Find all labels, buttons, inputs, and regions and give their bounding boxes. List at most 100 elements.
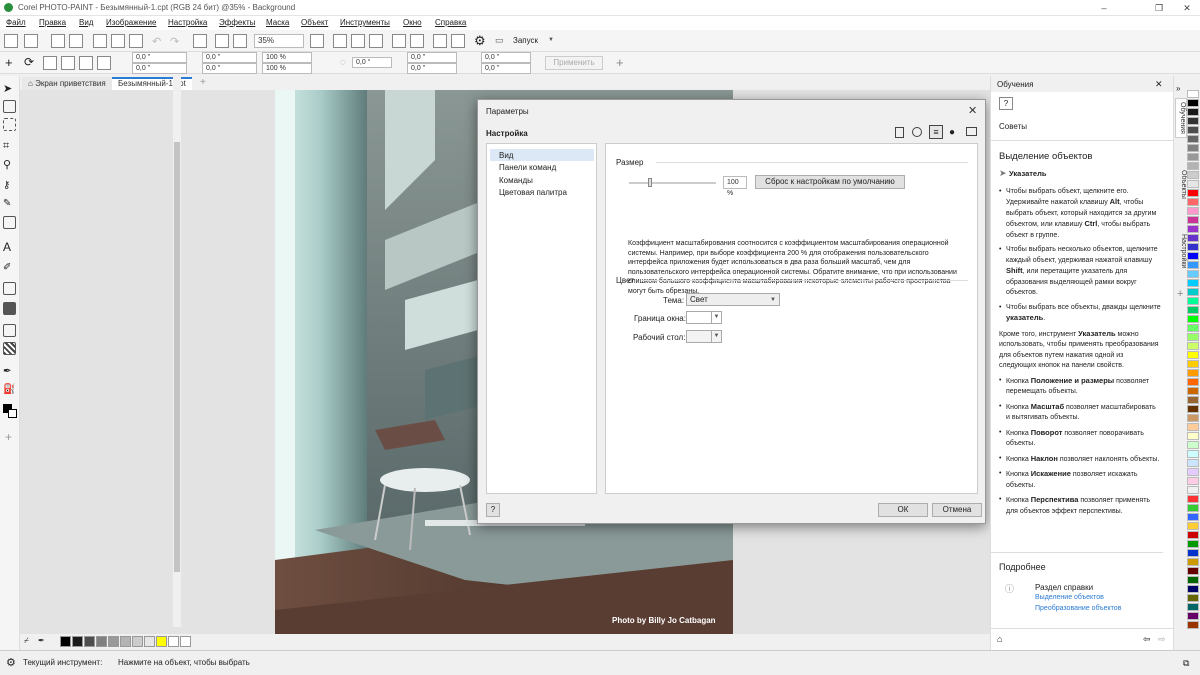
palette-swatch[interactable] [1187, 108, 1199, 116]
document-swatch[interactable] [60, 636, 71, 647]
zoom-level-select[interactable]: 35% [254, 34, 304, 48]
hints-icon[interactable]: ? [999, 97, 1013, 110]
palette-swatch[interactable] [1187, 459, 1199, 467]
palette-swatch[interactable] [1187, 144, 1199, 152]
document-swatch[interactable] [180, 636, 191, 647]
nav-item-toolbars[interactable]: Панели команд [490, 161, 594, 173]
palette-swatch[interactable] [1187, 207, 1199, 215]
eyedropper-icon[interactable]: ✒ [3, 366, 16, 379]
eyedropper-tool-icon[interactable]: ⚷ [3, 180, 16, 193]
distort-icon[interactable] [79, 56, 93, 70]
palette-eyedropper-icon[interactable]: ✒ [38, 636, 45, 645]
palette-swatch[interactable] [1187, 486, 1199, 494]
paste-icon[interactable] [129, 34, 143, 48]
palette-swatch[interactable] [1187, 216, 1199, 224]
offset-x-field[interactable]: 0,0 " [481, 52, 531, 63]
palette-swatch[interactable] [1187, 279, 1199, 287]
palette-swatch[interactable] [1187, 378, 1199, 386]
menu-mask[interactable]: Маска [266, 18, 289, 27]
palette-swatch[interactable] [1187, 531, 1199, 539]
clone-tool-icon[interactable] [3, 216, 16, 229]
palette-swatch[interactable] [1187, 180, 1199, 188]
settings-list-icon[interactable]: ≡ [929, 125, 943, 139]
palette-swatch[interactable] [1187, 450, 1199, 458]
window-border-color-picker[interactable]: ▼ [686, 311, 722, 324]
scale-icon[interactable] [43, 56, 57, 70]
fill-tool-icon[interactable] [3, 324, 16, 337]
menu-help[interactable]: Справка [435, 18, 466, 27]
palette-swatch[interactable] [1187, 603, 1199, 611]
transparency-tool-icon[interactable] [3, 342, 16, 355]
palette-swatch[interactable] [1187, 594, 1199, 602]
grid-icon[interactable] [433, 34, 447, 48]
palette-swatch[interactable] [1187, 360, 1199, 368]
palette-swatch[interactable] [1187, 423, 1199, 431]
palette-swatch[interactable] [1187, 162, 1199, 170]
palette-swatch[interactable] [1187, 441, 1199, 449]
add-tool-icon[interactable]: + [5, 430, 12, 444]
palette-swatch[interactable] [1187, 171, 1199, 179]
mask-transform-tool-icon[interactable] [3, 118, 16, 131]
palette-swatch[interactable] [1187, 414, 1199, 422]
document-swatch[interactable] [120, 636, 131, 647]
document-icon[interactable] [895, 127, 904, 138]
minimize-button[interactable]: – [1093, 1, 1115, 15]
eraser-tool-icon[interactable] [3, 302, 16, 315]
palette-swatch[interactable] [1187, 558, 1199, 566]
reset-defaults-button[interactable]: Сброс к настройкам по умолчанию [755, 175, 905, 189]
palette-swatch[interactable] [1187, 324, 1199, 332]
docker-tab-settings[interactable]: Настройки [1175, 234, 1187, 268]
palette-swatch[interactable] [1187, 225, 1199, 233]
palette-swatch[interactable] [1187, 495, 1199, 503]
forward-arrow-icon[interactable]: ⇨ [1158, 634, 1166, 645]
crop-icon[interactable] [193, 34, 207, 48]
menu-file[interactable]: Файл [6, 18, 26, 27]
zoom-fit-icon[interactable] [310, 34, 324, 48]
size-h-field[interactable]: 0,0 " [202, 63, 257, 74]
tab-welcome[interactable]: ⌂ Экран приветствия [22, 77, 112, 90]
palette-swatch[interactable] [1187, 99, 1199, 107]
palette-swatch[interactable] [1187, 477, 1199, 485]
document-swatch[interactable] [156, 636, 167, 647]
scale-value-field[interactable]: 100 % [723, 176, 747, 197]
rotate-icon[interactable]: ⟳ [24, 55, 34, 69]
help-button[interactable]: ? [486, 503, 500, 517]
position-x-field[interactable]: 0,0 " [132, 52, 187, 63]
palette-swatch[interactable] [1187, 549, 1199, 557]
palette-swatch[interactable] [1187, 234, 1199, 242]
document-swatch[interactable] [168, 636, 179, 647]
gear-icon[interactable]: ⚙ [474, 33, 486, 49]
center-y-field[interactable]: 0,0 " [407, 63, 457, 74]
menu-window[interactable]: Окно [403, 18, 422, 27]
open-folder-icon[interactable] [24, 34, 38, 48]
ok-button[interactable]: ОК [878, 503, 928, 517]
launch-button[interactable]: Запуск [513, 36, 538, 45]
scale-y-field[interactable]: 100 % [262, 63, 312, 74]
menu-image[interactable]: Изображение [106, 18, 156, 27]
dialog-close-icon[interactable]: ✕ [968, 104, 977, 117]
maximize-button[interactable]: ❐ [1148, 1, 1170, 15]
copy-icon[interactable] [111, 34, 125, 48]
palette-swatch[interactable] [1187, 126, 1199, 134]
docker-tab-objects[interactable]: Объекты [1175, 170, 1187, 199]
palette-swatch[interactable] [1187, 270, 1199, 278]
nav-item-color-palette[interactable]: Цветовая палитра [490, 186, 594, 198]
globe-icon[interactable] [912, 127, 922, 137]
palette-swatch[interactable] [1187, 333, 1199, 341]
add-icon[interactable]: + [616, 55, 624, 70]
launch-dropdown-icon[interactable]: ▼ [548, 37, 554, 43]
palette-swatch[interactable] [1187, 612, 1199, 620]
document-swatch[interactable] [84, 636, 95, 647]
status-expand-icon[interactable]: ⧉ [1183, 658, 1189, 669]
palette-swatch[interactable] [1187, 198, 1199, 206]
marquee-icon[interactable] [392, 34, 406, 48]
palette-swatch[interactable] [1187, 585, 1199, 593]
palette-swatch[interactable] [1187, 621, 1199, 629]
center-x-field[interactable]: 0,0 " [407, 52, 457, 63]
cut-icon[interactable] [93, 34, 107, 48]
new-tab-icon[interactable]: + [200, 77, 206, 88]
document-swatch[interactable] [108, 636, 119, 647]
paint-tool-icon[interactable]: ✐ [3, 262, 16, 275]
bucket-icon[interactable]: ⛽ [3, 384, 16, 397]
palette-swatch[interactable] [1187, 567, 1199, 575]
